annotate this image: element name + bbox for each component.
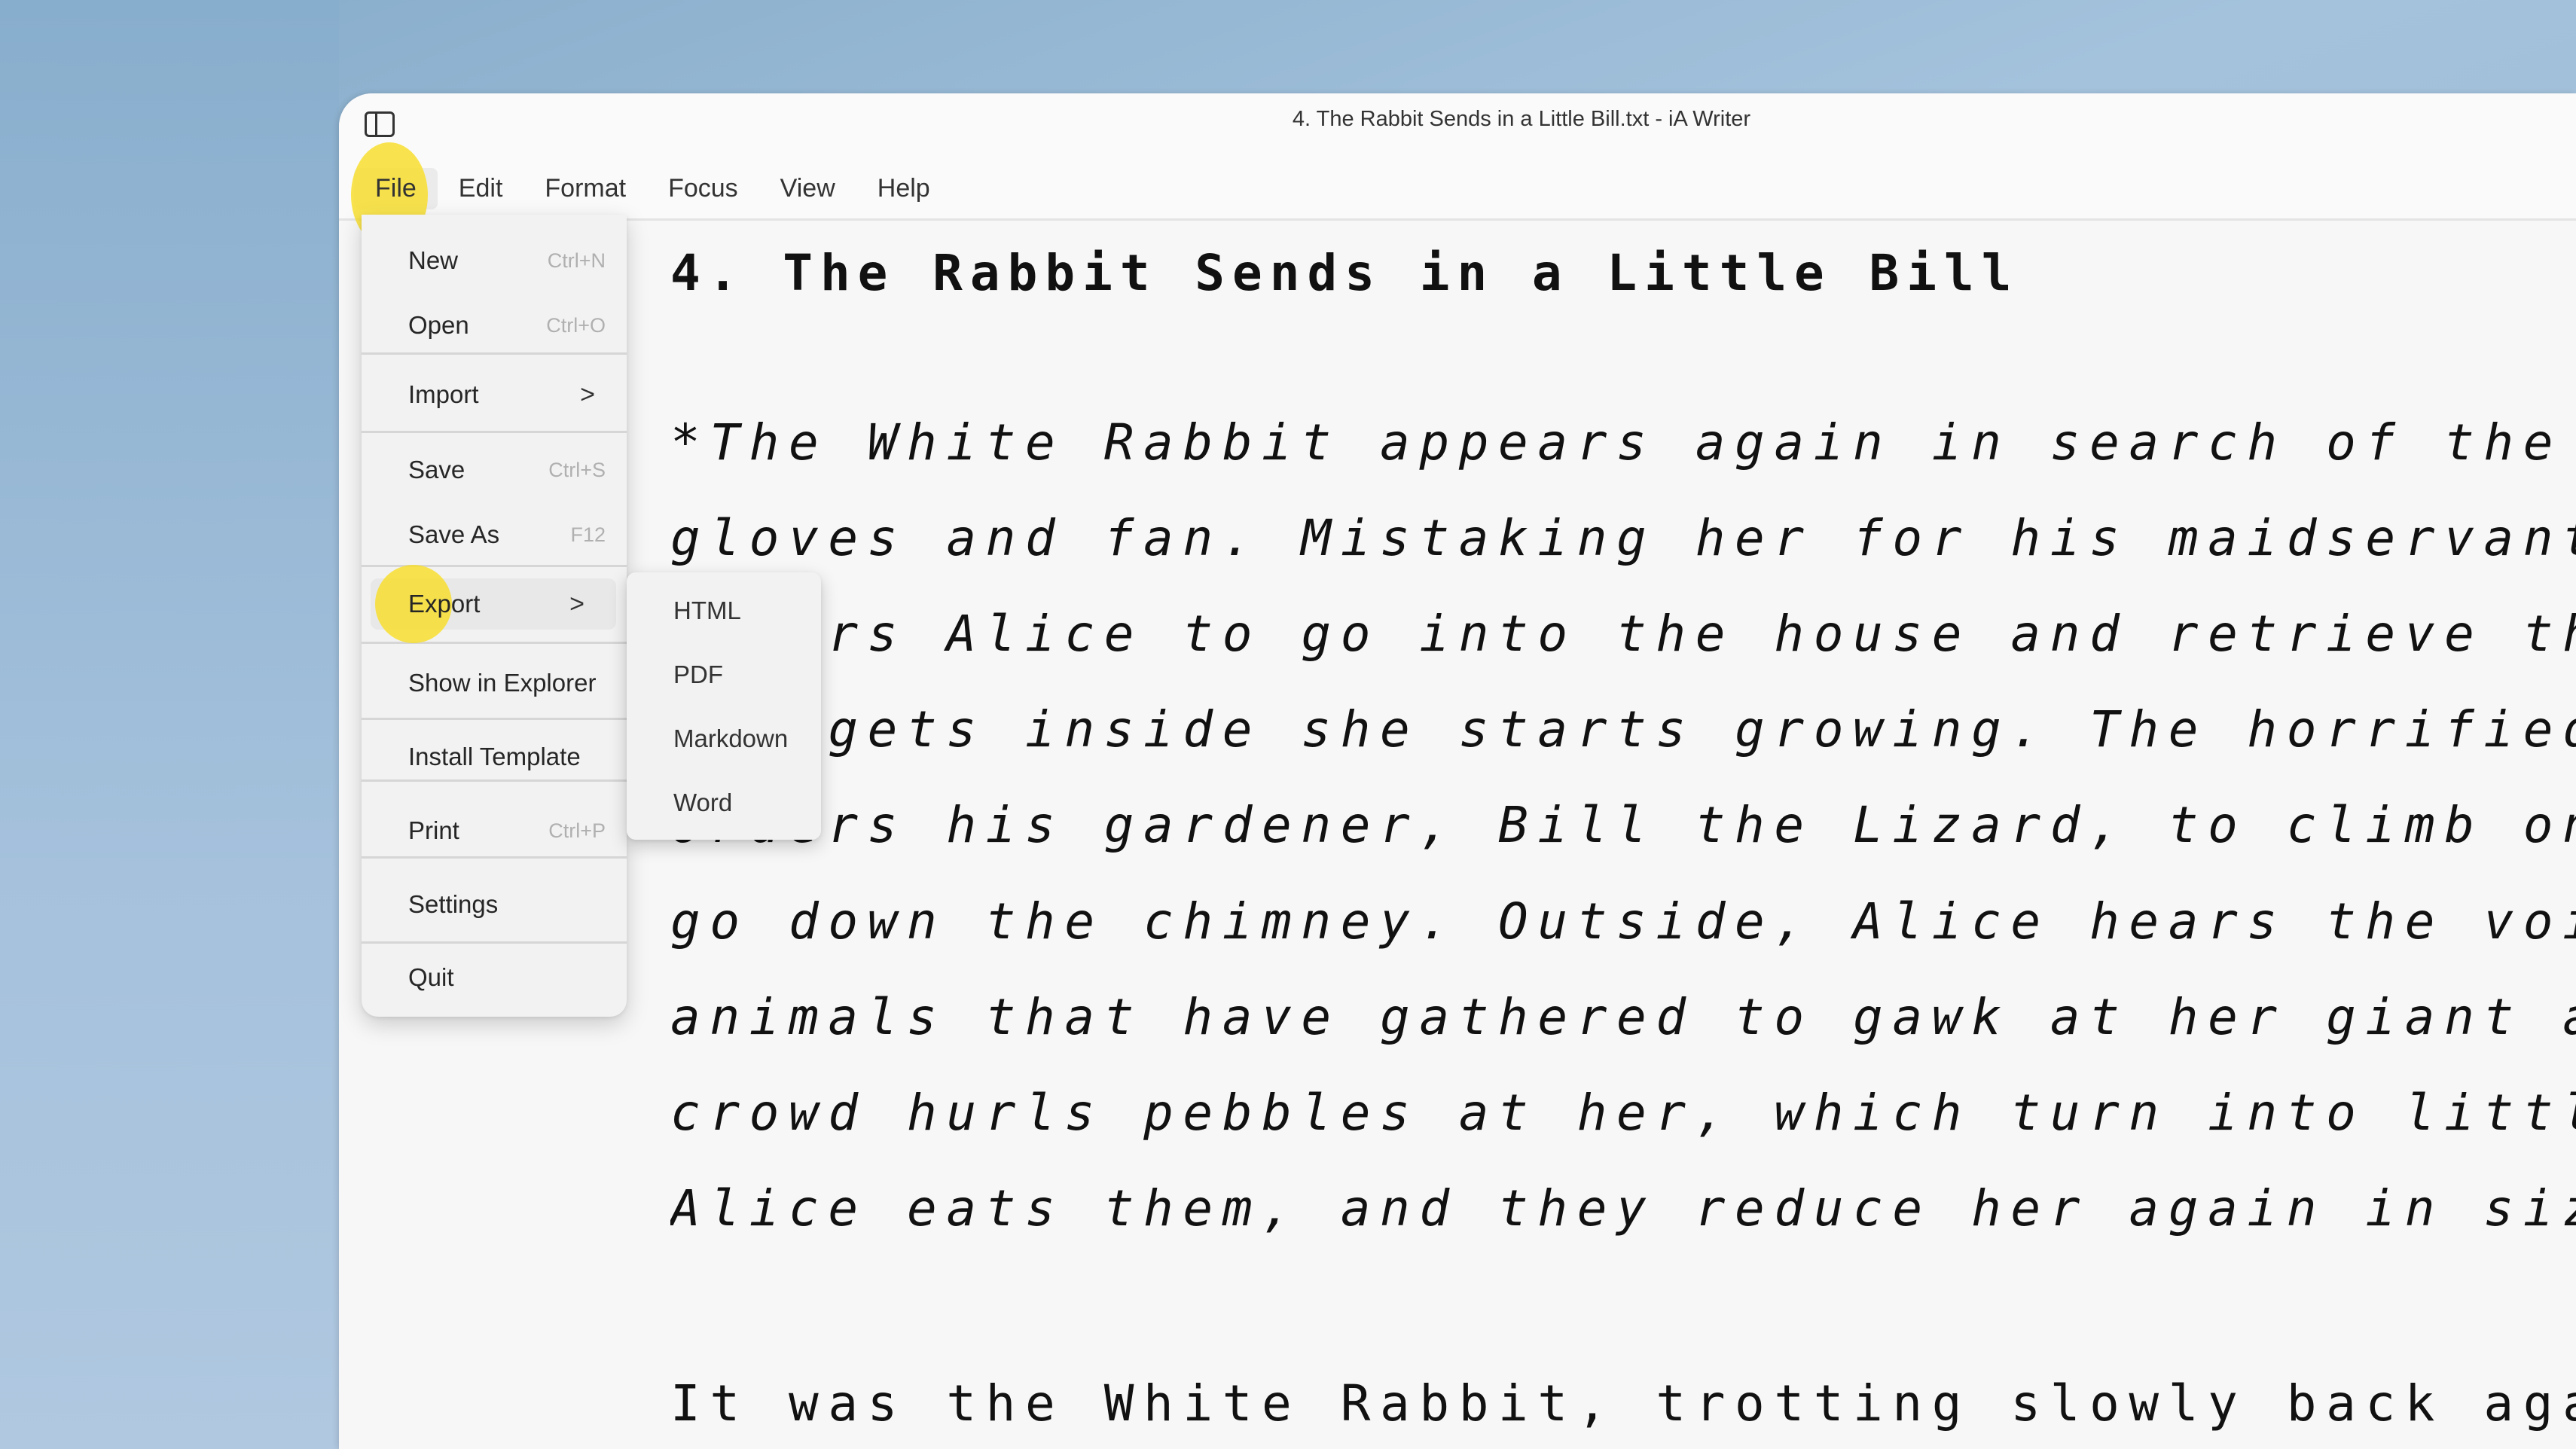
export-word[interactable]: Word — [627, 770, 821, 834]
export-markdown[interactable]: Markdown — [627, 706, 821, 770]
summary-line: orders his gardener, Bill the Lizard, to… — [670, 796, 2576, 854]
chevron-right-icon: > — [580, 380, 595, 409]
menu-item-save[interactable]: Save Ctrl+S — [362, 438, 627, 502]
menu-separator — [362, 718, 627, 720]
window-title: 4. The Rabbit Sends in a Little Bill.txt… — [1292, 107, 1751, 131]
shortcut-label: Ctrl+P — [548, 819, 606, 842]
file-menu-dropdown: New Ctrl+N Open Ctrl+O Import > Save Ctr… — [362, 215, 627, 1017]
menu-item-export[interactable]: Export > — [371, 565, 616, 643]
shortcut-label: F12 — [570, 523, 606, 546]
summary-line: go down the chimney. Outside, Alice hear… — [670, 892, 2576, 950]
summary-line: animals that have gathered to gawk at he… — [670, 988, 2576, 1046]
menu-separator — [362, 941, 627, 944]
shortcut-label: Ctrl+S — [548, 458, 606, 481]
menu-bar: File Edit Format Focus View Help — [351, 142, 951, 248]
body-line: It was the White Rabbit, trotting slowly… — [670, 1374, 2576, 1432]
menu-edit[interactable]: Edit — [438, 168, 524, 209]
summary-line: she gets inside she starts growing. The … — [670, 700, 2576, 758]
menu-separator — [362, 431, 627, 433]
menu-item-show-in-explorer[interactable]: Show in Explorer — [362, 651, 627, 715]
chevron-right-icon: > — [569, 589, 584, 618]
menu-item-print[interactable]: Print Ctrl+P — [362, 798, 627, 863]
menu-separator — [362, 352, 627, 355]
menu-item-quit[interactable]: Quit — [362, 945, 627, 1010]
summary-line: *The White Rabbit appears again in searc… — [670, 413, 2563, 471]
summary-line: crowd hurls pebbles at her, which turn i… — [670, 1084, 2576, 1142]
menu-item-save-as[interactable]: Save As F12 — [362, 502, 627, 567]
menu-separator — [362, 856, 627, 859]
shortcut-label: Ctrl+O — [546, 313, 606, 337]
summary-line: gloves and fan. Mistaking her for his ma… — [670, 509, 2576, 567]
menu-format[interactable]: Format — [523, 168, 647, 209]
menu-file[interactable]: File — [351, 142, 438, 248]
document-heading: 4. The Rabbit Sends in a Little Bill — [670, 244, 2019, 302]
editor-text-area[interactable]: # 4. The Rabbit Sends in a Little Bill *… — [670, 221, 2576, 1449]
menu-item-settings[interactable]: Settings — [362, 872, 627, 937]
summary-line: Alice eats them, and they reduce her aga… — [670, 1179, 2576, 1237]
export-pdf[interactable]: PDF — [627, 642, 821, 706]
export-submenu: HTML PDF Markdown Word — [627, 572, 821, 840]
menu-item-open[interactable]: Open Ctrl+O — [362, 293, 627, 358]
menu-view[interactable]: View — [759, 168, 856, 209]
menu-item-import[interactable]: Import > — [362, 362, 627, 427]
menu-focus[interactable]: Focus — [647, 168, 759, 209]
export-html[interactable]: HTML — [627, 578, 821, 642]
menu-item-new[interactable]: New Ctrl+N — [362, 228, 627, 293]
menu-separator — [362, 642, 627, 644]
shortcut-label: Ctrl+N — [547, 249, 606, 272]
summary-line: orders Alice to go into the house and re… — [670, 605, 2576, 663]
desktop-background — [0, 0, 339, 1449]
menu-separator — [362, 779, 627, 782]
menu-help[interactable]: Help — [856, 168, 951, 209]
title-bar: 4. The Rabbit Sends in a Little Bill.txt… — [339, 93, 2576, 248]
